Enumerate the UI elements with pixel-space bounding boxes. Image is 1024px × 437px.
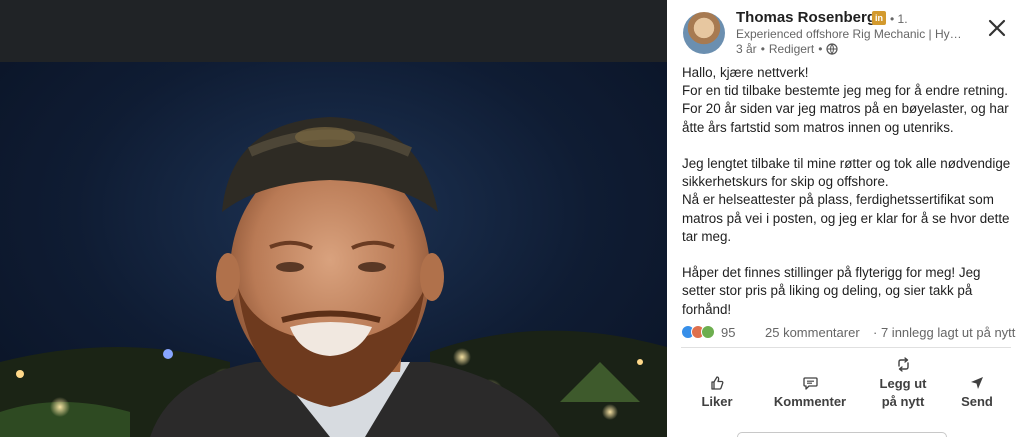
author-name[interactable]: Thomas Rosenberg [736,9,876,26]
social-counts: 95 25 kommentarer · 7 innlegg lagt ut på… [681,323,1015,343]
photo-top-bar [0,0,667,62]
author-avatar[interactable] [683,12,725,54]
edited-label: Redigert [768,42,815,56]
counts-separator: · [873,325,878,340]
reaction-count[interactable]: 95 [721,325,735,340]
repost-label: Legg ut på nytt [879,376,927,409]
post-line: For 20 år siden var jeg matros på en bøy… [682,101,1009,135]
like-label: Liker [701,394,733,409]
post-line: Hallo, kjære nettverk! [682,65,809,80]
comments-count[interactable]: 25 kommentarer [765,325,860,340]
close-icon [988,19,1006,37]
reposts-count[interactable]: · 7 innlegg lagt ut på nytt [873,325,1015,340]
post-panel: Thomas Rosenberg in • 1. Experienced off… [667,0,1024,437]
linkedin-premium-badge: in [872,11,886,25]
comment-box-edge[interactable] [737,432,947,437]
post-meta: 3 år • Redigert • [736,42,839,56]
post-line: Nå er helseattester på plass, ferdighets… [682,192,1010,244]
repost-button[interactable]: Legg ut på nytt [879,352,927,411]
send-icon [970,370,984,390]
comment-icon [802,370,818,390]
comment-label: Kommenter [773,394,847,409]
send-label: Send [961,394,993,409]
send-button[interactable]: Send [955,370,999,411]
comment-button[interactable]: Kommenter [770,370,850,411]
thumbs-up-icon [710,370,724,390]
post-text: Hallo, kjære nettverk! For en tid tilbak… [682,64,1016,319]
post-photo[interactable] [0,62,667,437]
post-line: For en tid tilbake bestemte jeg meg for … [682,83,1009,99]
post-line: Jeg lengtet tilbake til mine røtter og t… [682,156,1011,190]
support-reaction-icon [701,325,715,339]
repost-icon [896,352,911,372]
portrait-image [0,117,667,437]
meta-separator: • [818,42,823,56]
photo-viewer[interactable] [0,0,667,437]
like-button[interactable]: Liker [695,370,739,411]
reaction-icons[interactable] [681,325,715,339]
post-line: Håper det finnes stillinger på flyterigg… [682,265,981,317]
meta-separator: • [760,42,765,56]
divider [681,347,1011,348]
close-button[interactable] [983,14,1011,42]
author-headline[interactable]: Experienced offshore Rig Mechanic | Hydr… [736,27,966,41]
post-age: 3 år [736,42,757,56]
reposts-label: 7 innlegg lagt ut på nytt [880,325,1016,340]
connection-degree: • 1. [890,12,908,26]
action-bar: Liker Kommenter Legg ut på nytt Send [667,352,1024,432]
globe-icon [826,43,839,55]
